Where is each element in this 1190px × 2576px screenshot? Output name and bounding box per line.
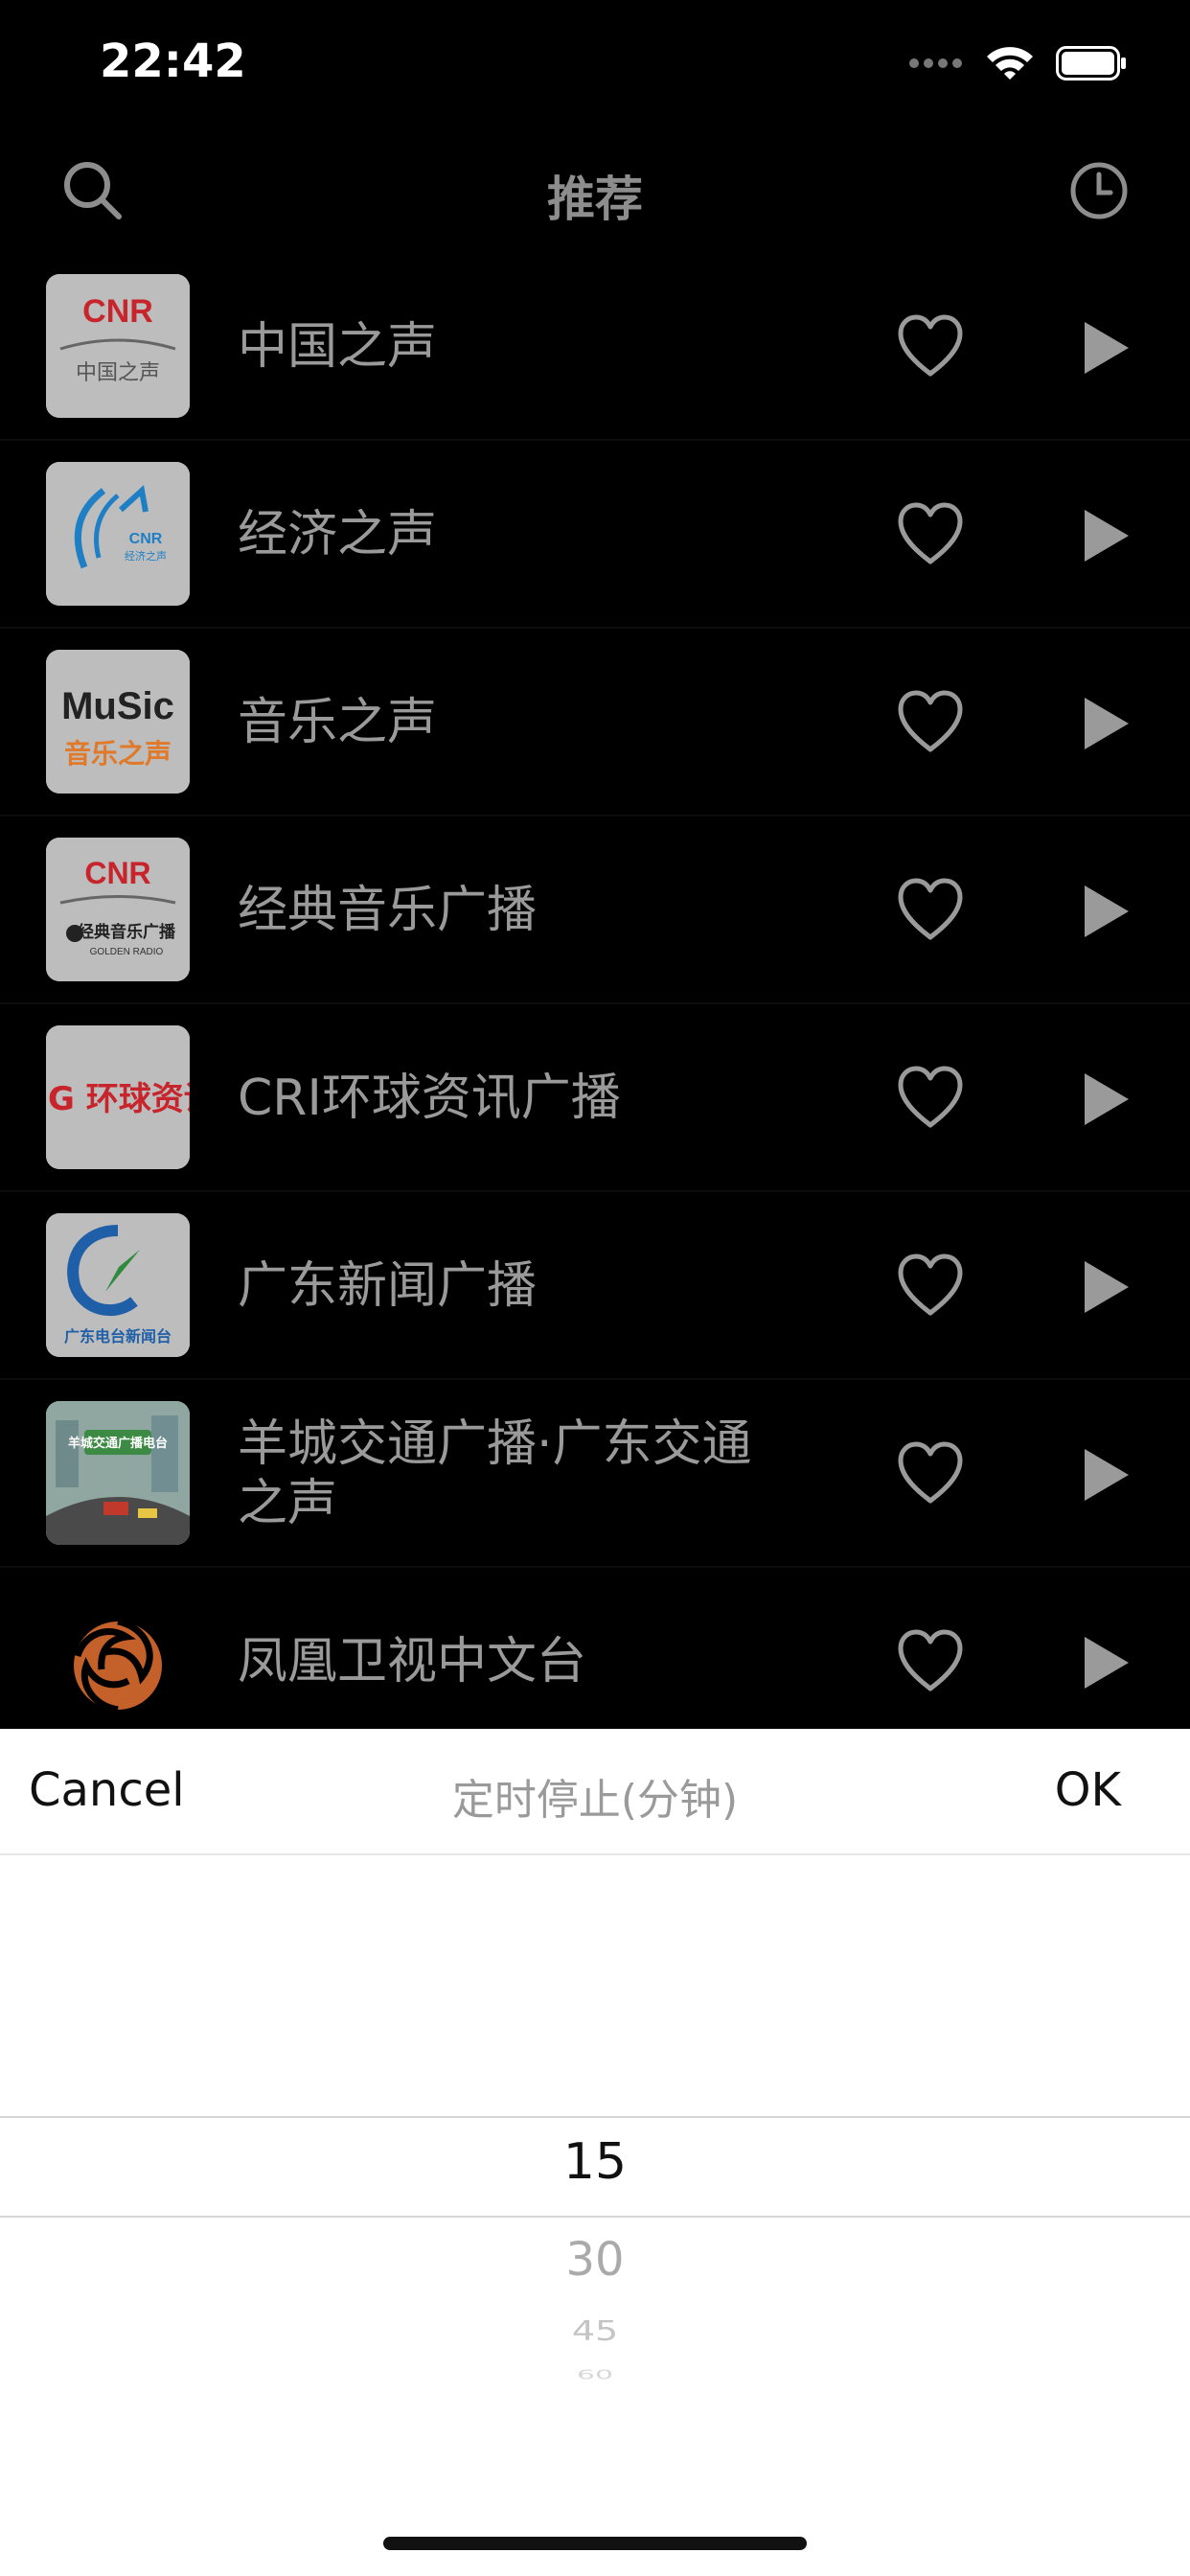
picker-selection-line: [0, 2116, 1190, 2118]
logo-text: 经济之声: [125, 549, 167, 563]
station-name: 音乐之声: [238, 694, 438, 751]
station-row[interactable]: 凤凰卫视中文台: [0, 1568, 1190, 1756]
play-button[interactable]: [1077, 1633, 1134, 1692]
station-name: 经济之声: [238, 506, 438, 564]
minutes-picker[interactable]: 15 30 45 60: [0, 1855, 1190, 2526]
ok-button[interactable]: OK: [1055, 1763, 1121, 1817]
play-icon: [1085, 886, 1129, 937]
favorite-button[interactable]: [895, 876, 966, 943]
station-logo: 广东电台新闻台: [46, 1213, 190, 1357]
page-title: 推荐: [547, 172, 643, 227]
logo-text: CNR: [82, 293, 153, 330]
picker-option[interactable]: 45: [0, 2315, 1190, 2347]
favorite-button[interactable]: [895, 1627, 966, 1694]
battery-icon: [1056, 46, 1126, 80]
picker-option-selected[interactable]: 15: [0, 2133, 1190, 2191]
clock-icon: [1070, 162, 1128, 219]
logo-text: 中国之声: [76, 361, 160, 385]
wifi-icon: [987, 47, 1033, 80]
station-name: 凤凰卫视中文台: [238, 1633, 587, 1690]
station-logo: G 环球资讯: [46, 1025, 190, 1169]
play-icon: [1085, 1449, 1129, 1501]
station-row[interactable]: CNR 经济之声 经济之声: [0, 441, 1190, 629]
station-logo: 羊城交通广播电台: [46, 1401, 190, 1545]
play-icon: [1085, 698, 1129, 749]
play-button[interactable]: [1077, 1257, 1134, 1317]
timer-sheet: Cancel 定时停止(分钟) OK 15 30 45 60: [0, 1729, 1190, 2576]
station-row[interactable]: G 环球资讯 CRI环球资讯广播: [0, 1004, 1190, 1192]
heart-outline-icon: [898, 690, 963, 752]
sheet-toolbar: Cancel 定时停止(分钟) OK: [0, 1729, 1190, 1855]
play-button[interactable]: [1077, 1445, 1134, 1505]
logo-text: 广东电台新闻台: [64, 1327, 172, 1346]
station-row[interactable]: CNR 中国之声 中国之声: [0, 253, 1190, 441]
play-button[interactable]: [1077, 1070, 1134, 1129]
logo-text: CNR: [129, 531, 163, 547]
station-row[interactable]: CNR 经典音乐广播 GOLDEN RADIO 经典音乐广播: [0, 816, 1190, 1004]
station-logo: CNR 经典音乐广播 GOLDEN RADIO: [46, 838, 190, 981]
heart-outline-icon: [898, 1254, 963, 1316]
logo-text: MuSic: [61, 685, 174, 727]
logo-text: G 环球资讯: [48, 1080, 190, 1118]
station-name: 广东新闻广播: [238, 1257, 538, 1315]
play-icon: [1085, 1637, 1129, 1689]
logo-text: 羊城交通广播电台: [68, 1436, 168, 1451]
timer-button[interactable]: [1067, 159, 1131, 222]
station-name: 羊城交通广播·广东交通之声: [238, 1415, 752, 1532]
play-button[interactable]: [1077, 882, 1134, 941]
play-button[interactable]: [1077, 318, 1134, 378]
station-row[interactable]: 广东电台新闻台 广东新闻广播: [0, 1192, 1190, 1380]
status-time: 22:42: [100, 34, 246, 88]
home-indicator: [383, 2537, 807, 2550]
play-button[interactable]: [1077, 506, 1134, 565]
logo-text: 音乐之声: [64, 738, 172, 770]
picker-selection-line: [0, 2216, 1190, 2218]
play-icon: [1085, 1073, 1129, 1125]
station-name: CRI环球资讯广播: [238, 1070, 621, 1127]
play-icon: [1085, 1261, 1129, 1313]
station-name: 中国之声: [238, 318, 438, 376]
heart-outline-icon: [898, 1066, 963, 1128]
play-icon: [1085, 322, 1129, 374]
station-logo: CNR 中国之声: [46, 274, 190, 418]
nav-bar: 推荐: [0, 134, 1190, 253]
heart-outline-icon: [898, 314, 963, 377]
heart-outline-icon: [898, 502, 963, 564]
play-button[interactable]: [1077, 694, 1134, 753]
heart-outline-icon: [898, 1441, 963, 1504]
favorite-button[interactable]: [895, 1064, 966, 1131]
play-icon: [1085, 510, 1129, 562]
logo-text: GOLDEN RADIO: [90, 947, 164, 957]
favorite-button[interactable]: [895, 688, 966, 755]
favorite-button[interactable]: [895, 1252, 966, 1319]
status-bar: 22:42: [0, 0, 1190, 134]
signal-icon: [909, 58, 962, 68]
station-row[interactable]: MuSic 音乐之声 音乐之声: [0, 629, 1190, 816]
heart-outline-icon: [898, 1629, 963, 1691]
station-logo: CNR 经济之声: [46, 462, 190, 606]
status-icons: [908, 44, 1127, 82]
station-logo: MuSic 音乐之声: [46, 650, 190, 794]
favorite-button[interactable]: [895, 312, 966, 380]
logo-text: CNR: [84, 856, 150, 890]
station-name: 经典音乐广播: [238, 882, 538, 939]
favorite-button[interactable]: [895, 1439, 966, 1506]
favorite-button[interactable]: [895, 500, 966, 567]
station-row[interactable]: 羊城交通广播电台 羊城交通广播·广东交通之声: [0, 1380, 1190, 1568]
sheet-title: 定时停止(分钟): [451, 1776, 739, 1825]
picker-option[interactable]: 60: [0, 2367, 1190, 2380]
phoenix-logo: [46, 1589, 190, 1733]
heart-outline-icon: [898, 878, 963, 940]
picker-option[interactable]: 30: [0, 2233, 1190, 2287]
logo-text: 经典音乐广播: [78, 922, 176, 942]
